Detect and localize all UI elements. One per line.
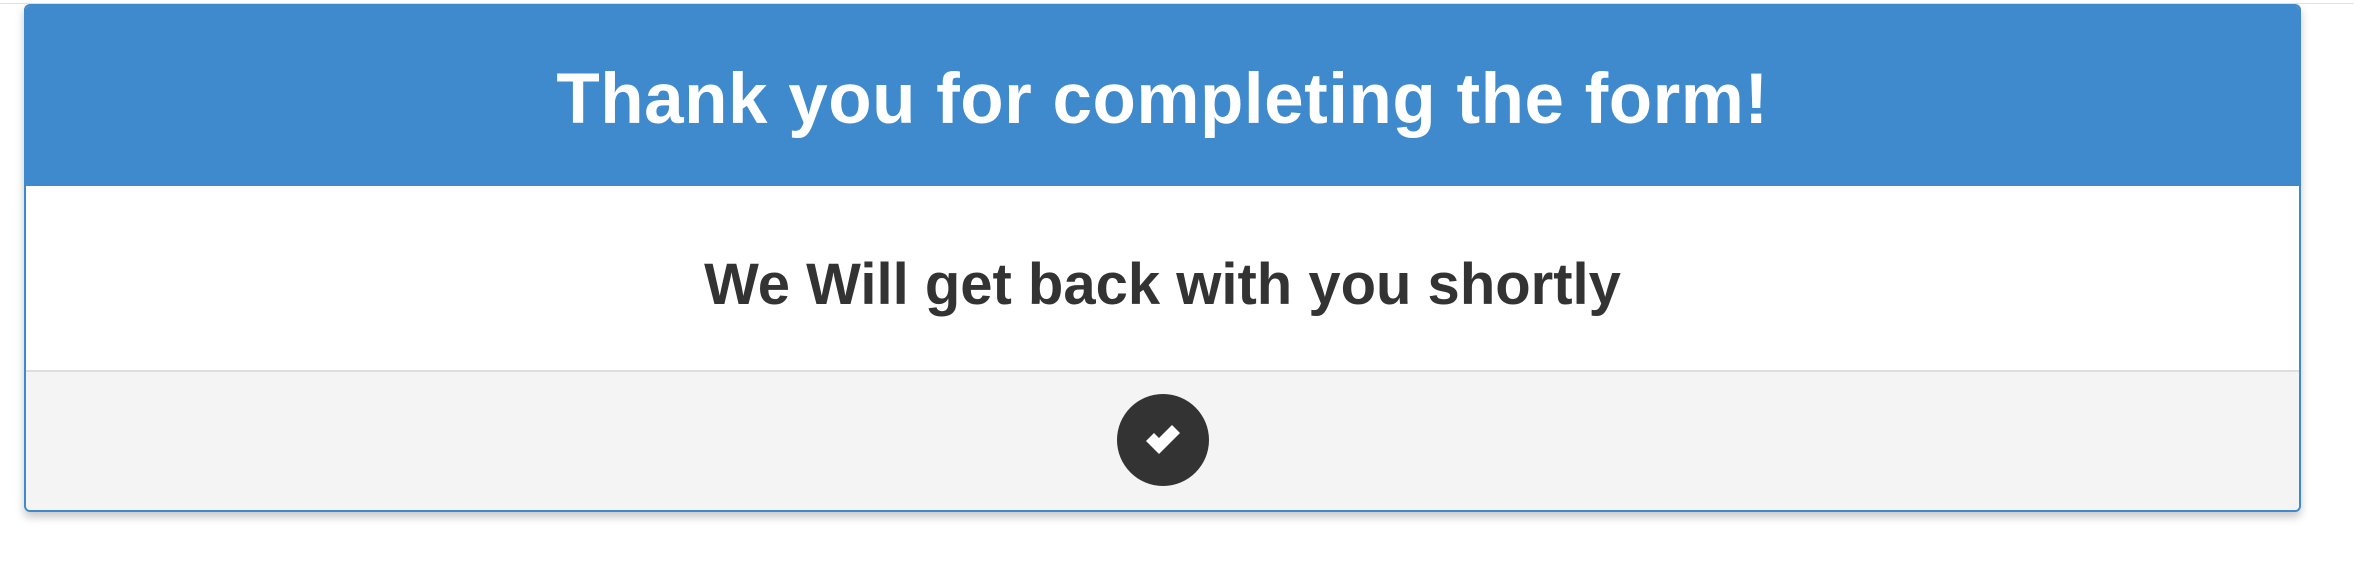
panel-footer — [26, 372, 2299, 510]
panel-heading: Thank you for completing the form! — [26, 6, 2299, 186]
confirmation-panel: Thank you for completing the form! We Wi… — [24, 4, 2301, 512]
confirmation-message: We Will get back with you shortly — [704, 252, 1621, 317]
check-circle-icon — [1116, 394, 1209, 486]
panel-body: We Will get back with you shortly — [26, 186, 2299, 372]
panel-title: Thank you for completing the form! — [556, 59, 1769, 139]
